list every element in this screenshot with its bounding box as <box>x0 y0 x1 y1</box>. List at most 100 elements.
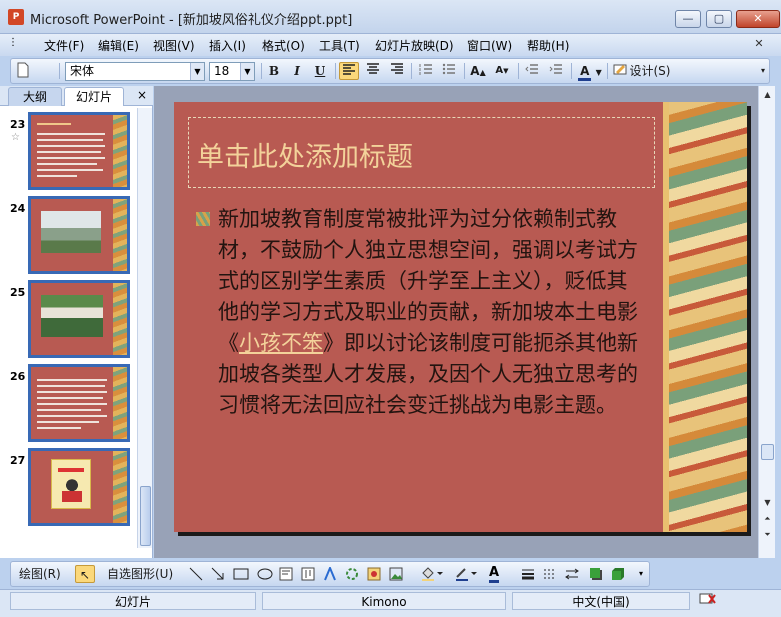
font-size-combo[interactable]: 18 ▼ <box>209 62 255 81</box>
menu-tools[interactable]: 工具(T) <box>319 37 360 54</box>
shadow-style-icon[interactable] <box>589 567 603 581</box>
kimono-decoration <box>663 102 747 532</box>
line-color-icon[interactable] <box>455 567 477 581</box>
slide-thumbnail[interactable] <box>28 196 130 274</box>
slide-thumb-row[interactable]: 26 <box>0 362 137 444</box>
scroll-up-icon[interactable]: ▲ <box>761 88 774 101</box>
menu-slideshow[interactable]: 幻灯片放映(D) <box>375 37 454 54</box>
design-icon[interactable] <box>612 62 628 80</box>
menu-help[interactable]: 帮助(H) <box>527 37 569 54</box>
separator <box>518 63 519 79</box>
line-icon[interactable] <box>189 567 203 581</box>
separator <box>571 63 572 79</box>
slide-thumbnail[interactable] <box>28 448 130 526</box>
slide-editing-area: 单击此处添加标题 新加坡教育制度常被批评为过分依赖制式教材，不鼓励个人独立思想空… <box>154 86 758 558</box>
italic-button[interactable]: I <box>288 62 306 80</box>
tab-outline[interactable]: 大纲 <box>8 87 62 106</box>
doc-close-icon[interactable]: ✕ <box>752 37 766 51</box>
menu-window[interactable]: 窗口(W) <box>467 37 512 54</box>
thumb-text-line <box>37 163 97 165</box>
clipart-icon[interactable] <box>367 567 381 581</box>
arrow-style-icon[interactable] <box>565 567 579 581</box>
decrease-font-icon[interactable]: A▼ <box>492 62 512 80</box>
restore-button[interactable]: ▢ <box>706 10 732 28</box>
increase-indent-icon[interactable] <box>546 62 566 80</box>
close-button[interactable]: ✕ <box>736 10 780 28</box>
menu-insert[interactable]: 插入(I) <box>209 37 246 54</box>
autoshapes-button[interactable]: 自选图形(U) <box>107 565 173 583</box>
slide-thumb-row[interactable]: 25 <box>0 278 137 360</box>
menu-file[interactable]: 文件(F) <box>44 37 84 54</box>
drawbar-options-icon[interactable]: ▾ <box>639 567 653 581</box>
title-placeholder[interactable]: 单击此处添加标题 <box>188 117 655 188</box>
separator <box>607 63 608 79</box>
draw-menu-button[interactable]: 绘图(R) <box>19 565 61 583</box>
design-button[interactable]: 设计(S) <box>629 62 671 80</box>
thumb-decoration <box>113 451 127 523</box>
pane-scrollbar[interactable] <box>137 108 152 548</box>
picture-icon[interactable] <box>389 567 403 581</box>
align-center-icon[interactable] <box>363 62 383 80</box>
spell-check-icon[interactable] <box>696 592 720 610</box>
slide-thumb-row[interactable]: 23 ☆ <box>0 110 137 192</box>
slide-thumb-row[interactable]: 24 <box>0 194 137 276</box>
chevron-down-icon[interactable]: ▼ <box>190 63 204 80</box>
diagram-icon[interactable] <box>345 567 359 581</box>
chevron-down-icon[interactable]: ▼ <box>240 63 254 80</box>
new-document-icon[interactable] <box>15 62 31 80</box>
thumb-poster-figure <box>62 478 82 502</box>
bold-button[interactable]: B <box>265 62 283 80</box>
dash-style-icon[interactable] <box>543 567 557 581</box>
menu-format[interactable]: 格式(O) <box>262 37 305 54</box>
font-color-icon[interactable]: A ▼ <box>576 62 604 81</box>
oval-icon[interactable] <box>257 567 273 581</box>
current-slide[interactable]: 单击此处添加标题 新加坡教育制度常被批评为过分依赖制式教材，不鼓励个人独立思想空… <box>174 102 747 532</box>
thumb-decoration <box>113 283 127 355</box>
previous-slide-icon[interactable]: ⏶ <box>761 512 774 525</box>
bullets-icon[interactable] <box>439 62 459 80</box>
thumb-text-line <box>37 415 107 417</box>
pane-scrollbar-thumb[interactable] <box>140 486 151 546</box>
slide-thumbnail[interactable] <box>28 112 130 190</box>
textbox-icon[interactable] <box>279 567 293 581</box>
toolbar-options-icon[interactable]: ▾ <box>758 62 768 80</box>
next-slide-icon[interactable]: ⏷ <box>761 528 774 541</box>
thumb-text-line <box>37 123 71 125</box>
slide-scrollbar-thumb[interactable] <box>761 444 774 460</box>
slide-scrollbar[interactable]: ▲ ▼ ⏶ ⏷ <box>758 86 775 558</box>
3d-style-icon[interactable] <box>611 567 625 581</box>
wordart-icon[interactable] <box>323 565 337 581</box>
increase-font-icon[interactable]: A▲ <box>468 62 488 80</box>
line-style-icon[interactable] <box>521 567 535 581</box>
minimize-button[interactable]: — <box>675 10 701 28</box>
menu-edit[interactable]: 编辑(E) <box>98 37 139 54</box>
numbering-icon[interactable] <box>416 62 436 80</box>
menu-view[interactable]: 视图(V) <box>153 37 195 54</box>
font-name-combo[interactable]: 宋体 ▼ <box>65 62 205 81</box>
slide-thumbnail[interactable] <box>28 280 130 358</box>
align-left-icon[interactable] <box>339 62 359 80</box>
thumb-text-line <box>37 139 103 141</box>
slide-thumbnail[interactable] <box>28 364 130 442</box>
arrow-icon[interactable] <box>211 567 225 581</box>
scroll-down-icon[interactable]: ▼ <box>761 496 774 509</box>
slide-thumbnail-list: 23 ☆ 24 25 26 27 <box>0 108 137 548</box>
animation-star-icon: ☆ <box>11 132 20 143</box>
powerpoint-app-icon[interactable]: P <box>8 9 24 25</box>
thumb-text-line <box>37 151 101 153</box>
pane-close-icon[interactable]: × <box>137 88 147 102</box>
align-right-icon[interactable] <box>387 62 407 80</box>
draw-font-color-icon[interactable]: A <box>489 565 503 583</box>
underline-button[interactable]: U <box>311 62 329 80</box>
movie-hyperlink[interactable]: 小孩不笨 <box>239 331 323 355</box>
slide-thumb-row[interactable]: 27 <box>0 446 137 528</box>
fill-color-icon[interactable] <box>421 567 443 581</box>
select-pointer-icon[interactable]: ↖ <box>75 565 95 583</box>
body-textbox[interactable]: 新加坡教育制度常被批评为过分依赖制式教材，不鼓励个人独立思想空间，强调以考试方式… <box>218 204 638 421</box>
tab-slides[interactable]: 幻灯片 <box>64 87 124 106</box>
rectangle-icon[interactable] <box>233 567 249 581</box>
vertical-textbox-icon[interactable] <box>301 567 315 581</box>
thumb-text-line <box>37 157 105 159</box>
separator <box>464 63 465 79</box>
decrease-indent-icon[interactable] <box>522 62 542 80</box>
